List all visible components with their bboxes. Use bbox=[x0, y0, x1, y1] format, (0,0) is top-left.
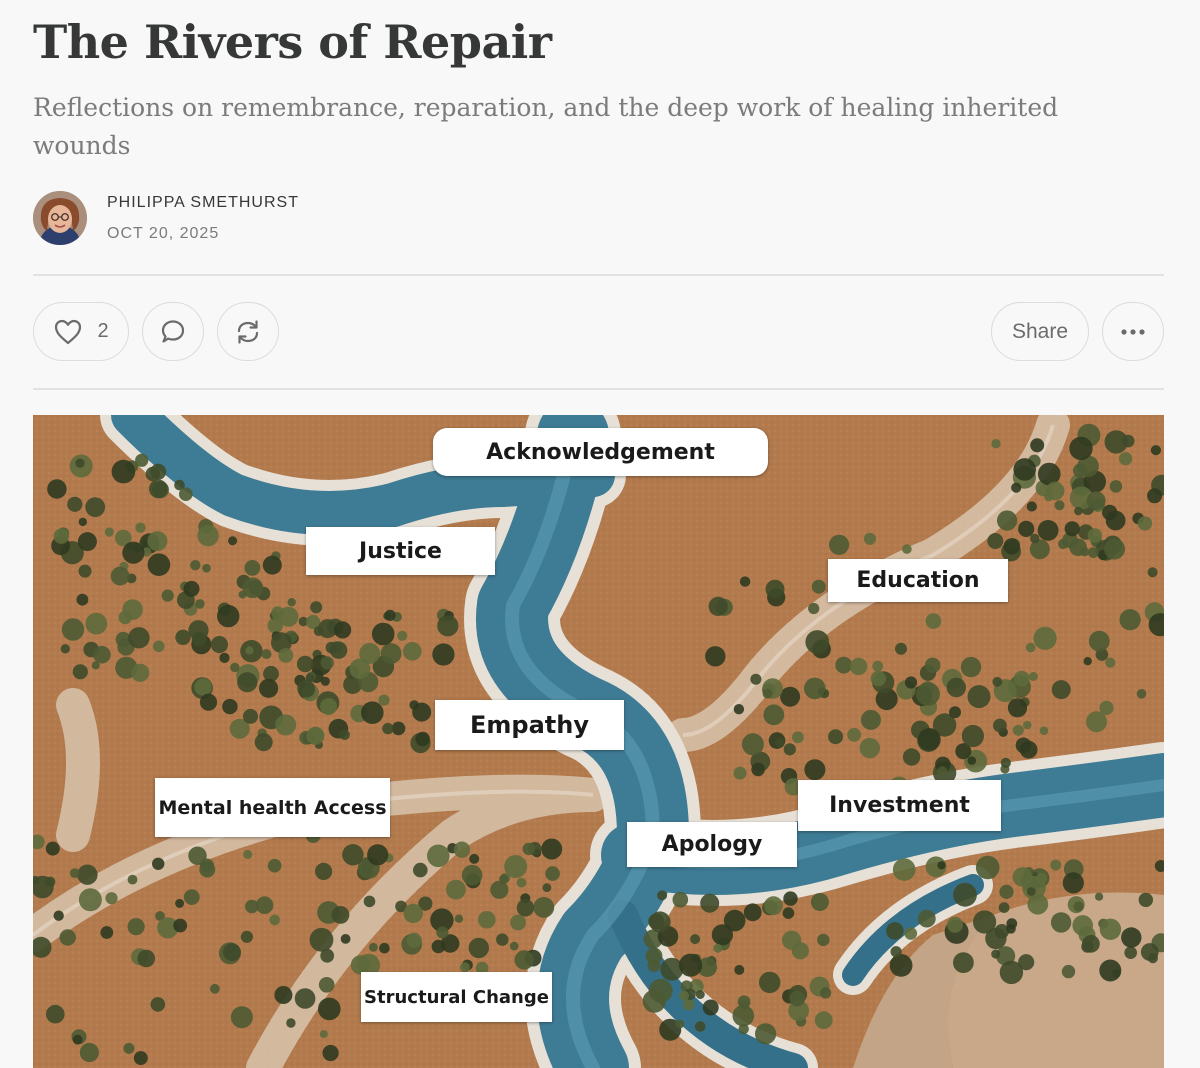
comment-button[interactable] bbox=[142, 302, 204, 361]
restack-button[interactable] bbox=[217, 302, 279, 361]
divider-top bbox=[33, 274, 1164, 276]
post-subtitle: Reflections on remembrance, reparation, … bbox=[33, 93, 1059, 160]
hero-image[interactable]: Acknowledgement Justice Education Empath… bbox=[33, 415, 1164, 1068]
label-investment: Investment bbox=[798, 780, 1001, 831]
label-education: Education bbox=[828, 559, 1008, 602]
author-name[interactable]: PHILIPPA SMETHURST bbox=[107, 194, 299, 212]
share-button[interactable]: Share bbox=[991, 302, 1089, 361]
more-button[interactable] bbox=[1102, 302, 1164, 361]
label-apology: Apology bbox=[627, 822, 797, 867]
label-empathy: Empathy bbox=[435, 700, 624, 750]
byline: PHILIPPA SMETHURST OCT 20, 2025 bbox=[33, 191, 633, 247]
share-label: Share bbox=[1011, 319, 1069, 343]
post-title: The Rivers of Repair bbox=[33, 15, 552, 69]
divider-bottom bbox=[33, 388, 1164, 390]
label-mental-health-access: Mental health Access bbox=[155, 778, 390, 837]
like-count: 2 bbox=[97, 320, 109, 342]
author-avatar[interactable] bbox=[33, 191, 87, 245]
post-date: OCT 20, 2025 bbox=[107, 225, 220, 242]
label-structural-change: Structural Change bbox=[361, 972, 552, 1022]
like-button[interactable]: 2 bbox=[33, 302, 129, 361]
more-dots-icon bbox=[1119, 328, 1147, 336]
comment-icon bbox=[158, 317, 188, 347]
label-acknowledgement: Acknowledgement bbox=[433, 428, 768, 476]
heart-icon bbox=[53, 318, 83, 346]
restack-icon bbox=[233, 317, 263, 347]
label-justice: Justice bbox=[306, 527, 495, 575]
